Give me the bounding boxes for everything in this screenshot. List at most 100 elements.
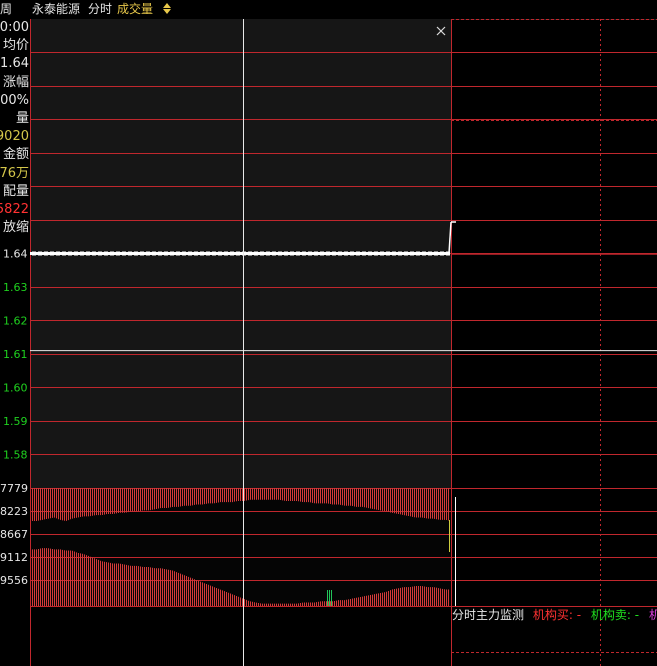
info-panel-row: 20:00 xyxy=(0,20,29,35)
price-tick-dot xyxy=(182,251,186,256)
inst-sell-value: - xyxy=(634,608,640,622)
price-tick-dot xyxy=(134,251,138,256)
inst-buy-label: 机构买: xyxy=(532,608,573,622)
info-panel-row: 00% xyxy=(0,92,29,108)
price-tick-dot xyxy=(350,251,354,256)
price-tick-dot xyxy=(92,251,96,256)
inst-extra-label: 机构 xyxy=(648,608,657,622)
inst-buy-value: - xyxy=(576,608,582,622)
info-panel-row: 金额 xyxy=(2,147,29,163)
price-tick-dot xyxy=(392,251,396,256)
price-tick-dot xyxy=(128,251,132,256)
volume-axis-tick-label: 8223 xyxy=(0,505,28,518)
price-tick-dot xyxy=(158,251,162,256)
price-tick-dot xyxy=(302,251,306,256)
price-tick-dot xyxy=(164,251,168,256)
price-tick-dot xyxy=(374,251,378,256)
info-panel-row: 76万 xyxy=(0,165,29,181)
price-tick-dot xyxy=(308,251,312,256)
price-tick-dot xyxy=(422,251,426,256)
info-panel: 20:00 均价 1.64 涨幅 00% 量 9020 金额 76万配量 5822 放缩 xyxy=(0,19,30,239)
volume-axis-tick-label: 9112 xyxy=(0,551,28,564)
price-tick-dot xyxy=(278,251,282,256)
info-panel-row: 9020 xyxy=(0,129,29,145)
price-tick-dot xyxy=(356,251,360,256)
price-tick-dot xyxy=(284,251,288,256)
price-tick-dot xyxy=(344,251,348,256)
price-tick-dot xyxy=(410,251,414,256)
info-panel-row: 量 xyxy=(15,111,29,126)
price-tick-dot xyxy=(116,251,120,256)
price-tick-dot xyxy=(266,251,270,256)
price-tick-dot xyxy=(50,251,54,256)
price-tick-dot xyxy=(398,251,402,256)
price-tick-dot xyxy=(320,251,324,256)
price-tick-dot xyxy=(248,251,252,256)
price-tick-dot xyxy=(104,251,108,256)
price-tick-dot xyxy=(110,251,114,256)
price-tick-dot xyxy=(290,251,294,256)
price-tick-dot xyxy=(56,251,60,256)
volume-panel-bg xyxy=(30,488,451,606)
monitor-title: 分时主力监测 xyxy=(452,608,525,622)
price-axis-tick-label: 1.62 xyxy=(3,315,28,328)
price-tick-dot xyxy=(416,251,420,256)
price-tick-dot xyxy=(200,251,204,256)
price-tick-dot xyxy=(152,251,156,256)
inst-sell-label: 机构卖: xyxy=(590,608,631,622)
price-tick-dot xyxy=(332,251,336,256)
price-tick-dot xyxy=(224,251,228,256)
price-axis-tick-label: 1.60 xyxy=(3,382,28,395)
price-tick-dot xyxy=(338,251,342,256)
price-axis-tick-label: 1.64 xyxy=(3,248,28,261)
price-tick-dot xyxy=(428,251,432,256)
price-tick-dot xyxy=(194,251,198,256)
price-tick-dot xyxy=(80,251,84,256)
price-tick-dot xyxy=(38,251,42,256)
price-tick-dot xyxy=(434,251,438,256)
price-tick-dot xyxy=(122,251,126,256)
volume-axis-tick-label: 9556 xyxy=(0,574,28,587)
price-tick-dot xyxy=(272,251,276,256)
price-tick-dot xyxy=(32,251,36,256)
info-panel-row: 放缩 xyxy=(2,220,29,236)
info-panel-row: 涨幅 xyxy=(2,74,29,90)
price-tick-dot xyxy=(146,251,150,256)
price-axis-tick-label: 1.58 xyxy=(3,449,28,462)
price-axis-tick-label: 1.63 xyxy=(3,281,28,294)
price-tick-dot xyxy=(236,251,240,256)
price-tick-dot xyxy=(62,251,66,256)
price-axis-tick-label: 1.59 xyxy=(3,415,28,428)
price-tick-dot xyxy=(380,251,384,256)
price-tick-dot xyxy=(44,251,48,256)
price-tick-dot xyxy=(218,251,222,256)
price-tick-dot xyxy=(188,251,192,256)
info-panel-row: 1.64 xyxy=(0,56,29,72)
info-panel-row: 配量 xyxy=(2,183,29,199)
volume-axis-tick-label: 7779 xyxy=(0,482,28,495)
price-tick-dot xyxy=(206,251,210,256)
intraday-chart[interactable]: 1.64 1.63 1.62 1.61 1.60 1.59 1.58 7779 8223 8667… xyxy=(0,0,657,666)
price-tick-dot xyxy=(296,251,300,256)
price-tick-dot xyxy=(230,251,234,256)
volume-axis-tick-label: 8667 xyxy=(0,528,28,541)
info-panel-row: 均价 xyxy=(2,38,29,54)
price-tick-dot xyxy=(98,251,102,256)
info-panel-row: 5822 xyxy=(0,202,29,217)
price-tick-dot xyxy=(326,251,330,256)
price-tick-dot xyxy=(440,251,444,256)
price-tick-dot xyxy=(362,251,366,256)
price-tick-dot xyxy=(386,251,390,256)
main-force-monitor: 分时主力监测 机构买: - 机构卖: - 机构 xyxy=(452,606,657,624)
price-tick-dot xyxy=(314,251,318,256)
price-tick-dot xyxy=(212,251,216,256)
price-tick-dot xyxy=(140,251,144,256)
price-axis-tick-label: 1.61 xyxy=(3,348,28,361)
price-tick-dot xyxy=(176,251,180,256)
price-tick-dot xyxy=(260,251,264,256)
price-tick-dot xyxy=(368,251,372,256)
price-tick-dot xyxy=(404,251,408,256)
price-tick-dot xyxy=(68,251,72,256)
price-tick-dot xyxy=(74,251,78,256)
price-tick-dot xyxy=(86,251,90,256)
